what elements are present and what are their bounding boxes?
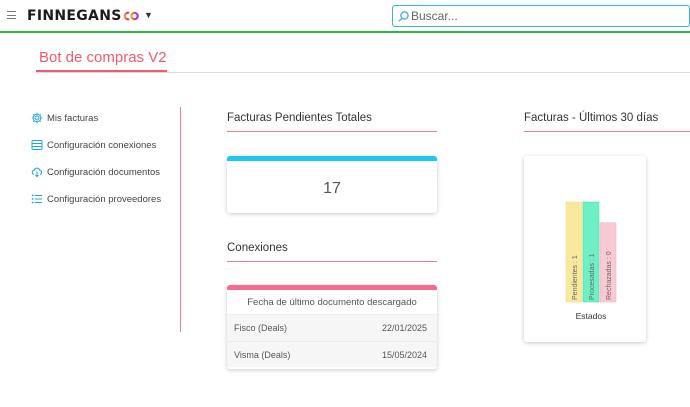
sidebar-item-configuracion-conexiones[interactable]: Configuración conexiones [31,138,156,152]
search-box[interactable] [392,5,690,27]
connections-card: Fecha de último documento descargado Fis… [227,285,437,369]
sidebar-item-configuracion-documentos[interactable]: Configuración documentos [31,165,160,179]
connection-date: 22/01/2025 [381,323,427,333]
connections-title-underline [227,261,437,262]
search-icon [398,11,409,22]
invoice-status-chart: Pendientes : 1 Procesadas : 1 Rechazadas :… [565,201,617,321]
brand-logo-icon [123,11,139,21]
page-title-tab[interactable]: Bot de compras V2 [39,49,167,66]
brand-name[interactable]: FINNEGANS [27,8,122,24]
connection-name: Fisco (Deals) [234,323,288,333]
sidebar-item-label: Mis facturas [47,112,99,124]
pending-count: 17 [323,180,341,197]
chart-card: Pendientes : 1 Procesadas : 1 Rechazadas :… [524,156,646,342]
pending-title: Facturas Pendientes Totales [227,112,372,124]
sidebar-item-label: Configuración conexiones [47,139,157,151]
server-icon [31,140,43,150]
pending-title-underline [227,131,437,132]
sidebar-item-mis-facturas[interactable]: Mis facturas [31,111,98,125]
connections-column-header: Fecha de último documento descargado [227,290,437,315]
sidebar-item-configuracion-proveedores[interactable]: Configuración proveedores [31,192,161,206]
sidebar-item-label: Configuración documentos [47,166,161,178]
connection-name: Visma (Deals) [234,349,291,360]
gear-icon [31,112,43,124]
top-bar: FINNEGANS ▼ [0,0,690,33]
table-row[interactable]: Visma (Deals) 15/05/2024 [227,341,437,367]
sidebar-item-label: Configuración proveedores [47,193,162,205]
cloud-download-icon [31,167,43,178]
brand-dropdown-icon[interactable]: ▼ [144,10,153,20]
last30-title-underline [524,131,690,132]
bar-label-procesadas: Procesadas : 1 [589,253,596,300]
sidebar-divider [180,107,181,332]
bar-label-rechazadas: Rechazadas : 0 [606,251,613,300]
list-icon [31,194,42,204]
bar-label-pendientes: Pendientes : 1 [572,255,579,300]
page-divider [36,72,690,73]
last30-title: Facturas - Últimos 30 días [524,112,659,124]
connection-date: 15/05/2024 [381,349,427,360]
pending-card-topbar [227,156,437,161]
search-input[interactable] [411,8,681,24]
pending-card: 17 [227,156,437,213]
table-row[interactable]: Fisco (Deals) 22/01/2025 [227,315,437,341]
x-axis-label: Estados [576,311,607,321]
connections-title: Conexiones [227,242,288,254]
menu-icon[interactable] [7,11,16,19]
